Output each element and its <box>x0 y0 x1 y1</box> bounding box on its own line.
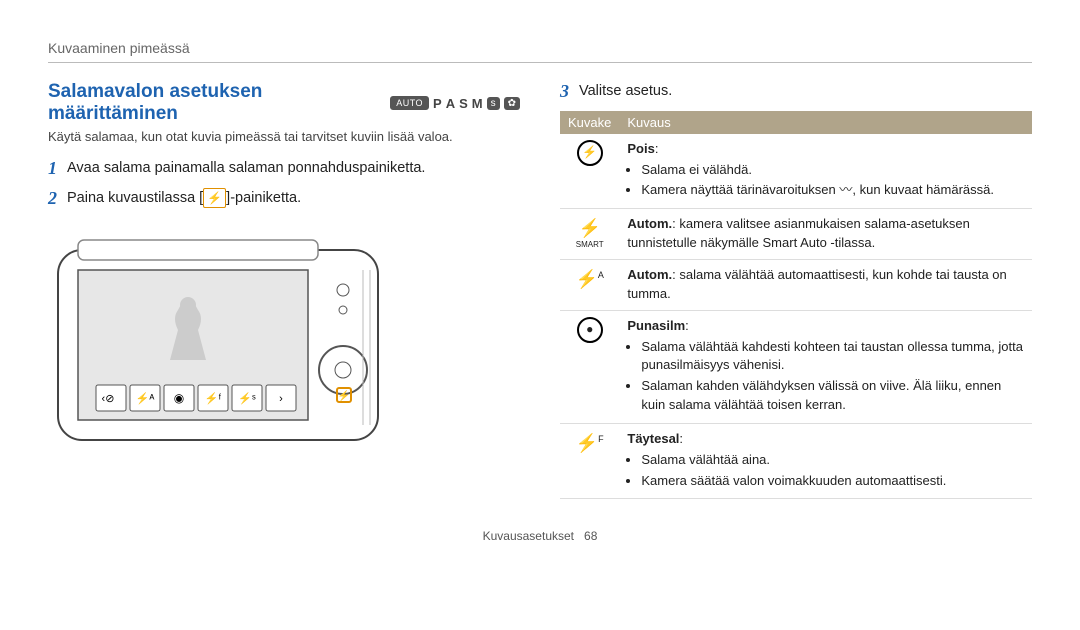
step-2: 2 Paina kuvaustilassa [⚡]-painiketta. <box>48 188 520 210</box>
step2-suffix: ]-painiketta. <box>226 190 301 206</box>
svg-text:⚡ᴬ: ⚡ᴬ <box>136 392 155 405</box>
right-column: 3 Valitse asetus. Kuvake Kuvaus ⚡ <box>560 81 1032 499</box>
step-text: Avaa salama painamalla salaman ponnahdus… <box>67 158 425 180</box>
footer-page: 68 <box>584 529 597 543</box>
page-footer: Kuvausasetukset 68 <box>48 529 1032 543</box>
desc-cell: Autom.: salama välähtää automaattisesti,… <box>619 259 1032 310</box>
svg-text:›: › <box>279 393 283 405</box>
row-plain: : kamera valitsee asianmukaisen salama-a… <box>627 216 969 250</box>
icon-flash-smart: ⚡SMART <box>560 209 619 260</box>
section-heading-row: Salamavalon asetuksen määrittäminen AUTO… <box>48 81 520 125</box>
row-plain: : salama välähtää automaattisesti, kun k… <box>627 267 1006 301</box>
divider <box>48 62 1032 63</box>
icon-redeye: ● <box>560 310 619 423</box>
left-column: Salamavalon asetuksen määrittäminen AUTO… <box>48 81 520 499</box>
row-title: Punasilm <box>627 318 685 333</box>
row-title: Täytesal <box>627 431 679 446</box>
row-title: Pois <box>627 141 654 156</box>
mode-auto-icon: AUTO <box>390 96 429 110</box>
desc-cell: Autom.: kamera valitsee asianmukaisen sa… <box>619 209 1032 260</box>
mode-extra2-icon: ✿ <box>504 97 520 110</box>
bullet: Salaman kahden välähdyksen välissä on vi… <box>641 377 1024 415</box>
svg-text:⚡: ⚡ <box>338 389 350 402</box>
bullet: Salama välähtää aina. <box>641 451 1024 470</box>
two-column-layout: Salamavalon asetuksen määrittäminen AUTO… <box>48 81 1032 499</box>
table-row: ⚡SMART Autom.: kamera valitsee asianmuka… <box>560 209 1032 260</box>
icon-flash-auto: ⚡A <box>560 259 619 310</box>
icon-fill-flash: ⚡F <box>560 423 619 499</box>
mode-s-icon: S <box>459 96 468 111</box>
section-intro: Käytä salamaa, kun otat kuvia pimeässä t… <box>48 129 520 144</box>
mode-icons: AUTO P A S M s ✿ <box>390 96 520 111</box>
svg-text:⚡ˢ: ⚡ˢ <box>238 392 256 405</box>
manual-page: Kuvaaminen pimeässä Salamavalon asetukse… <box>0 0 1080 563</box>
mode-m-icon: M <box>472 96 483 111</box>
icon-flash-off: ⚡ <box>560 134 619 209</box>
step-number: 3 <box>560 81 569 103</box>
step-number: 2 <box>48 188 57 210</box>
svg-text:⚡ᶠ: ⚡ᶠ <box>205 392 222 405</box>
step-1: 1 Avaa salama painamalla salaman ponnahd… <box>48 158 520 180</box>
table-row: ⚡F Täytesal: Salama välähtää aina. Kamer… <box>560 423 1032 499</box>
th-desc: Kuvaus <box>619 111 1032 134</box>
step-3: 3 Valitse asetus. <box>560 81 1032 103</box>
desc-cell: Pois: Salama ei välähdä. Kamera näyttää … <box>619 134 1032 209</box>
step-text: Valitse asetus. <box>579 81 672 103</box>
chapter-title: Kuvaaminen pimeässä <box>48 40 1032 56</box>
table-row: ● Punasilm: Salama välähtää kahdesti koh… <box>560 310 1032 423</box>
svg-text:◉: ◉ <box>174 391 184 405</box>
bullet: Salama välähtää kahdesti kohteen tai tau… <box>641 338 1024 376</box>
bullet: Kamera näyttää tärinävaroituksen 〰, kun … <box>641 181 1024 200</box>
mode-p-icon: P <box>433 96 442 111</box>
step-text: Paina kuvaustilassa [⚡]-painiketta. <box>67 188 301 210</box>
mode-a-icon: A <box>446 96 455 111</box>
th-icon: Kuvake <box>560 111 619 134</box>
footer-section: Kuvausasetukset <box>483 529 574 543</box>
options-table: Kuvake Kuvaus ⚡ Pois: Salama ei välähdä. <box>560 111 1032 500</box>
step-number: 1 <box>48 158 57 180</box>
step2-prefix: Paina kuvaustilassa [ <box>67 190 203 206</box>
camera-illustration: ‹⊘ ⚡ᴬ ◉ ⚡ᶠ ⚡ˢ › ⚡ <box>48 230 388 460</box>
bullet: Salama ei välähdä. <box>641 161 1024 180</box>
bullet: Kamera säätää valon voimakkuuden automaa… <box>641 472 1024 491</box>
table-row: ⚡A Autom.: salama välähtää automaattises… <box>560 259 1032 310</box>
flash-button-icon: ⚡ <box>203 188 226 208</box>
section-title: Salamavalon asetuksen määrittäminen <box>48 81 380 125</box>
desc-cell: Punasilm: Salama välähtää kahdesti kohte… <box>619 310 1032 423</box>
mode-extra1-icon: s <box>487 97 500 110</box>
svg-text:‹⊘: ‹⊘ <box>102 393 115 405</box>
desc-cell: Täytesal: Salama välähtää aina. Kamera s… <box>619 423 1032 499</box>
table-row: ⚡ Pois: Salama ei välähdä. Kamera näyttä… <box>560 134 1032 209</box>
